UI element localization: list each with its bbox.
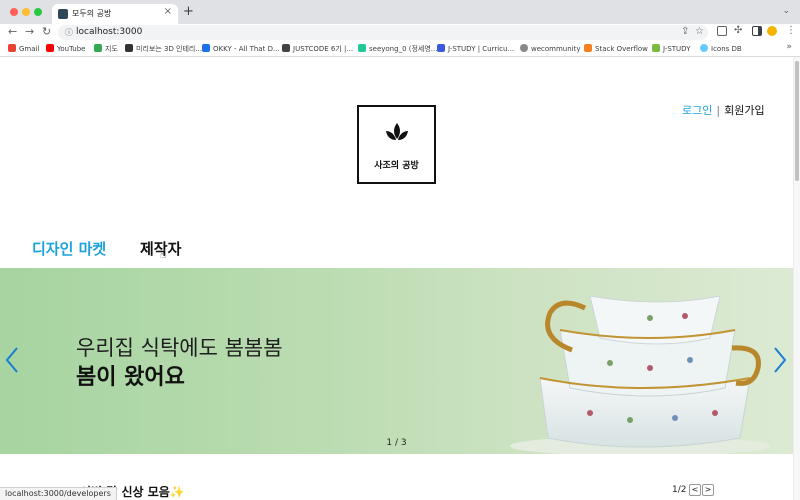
youtube-icon xyxy=(46,44,54,52)
tab-search-icon[interactable]: ⌄ xyxy=(782,6,790,16)
bookmark-gmail[interactable]: Gmail xyxy=(8,44,39,53)
bookmark-site-icon xyxy=(125,44,133,52)
section-next-button[interactable]: > xyxy=(702,484,714,496)
hero-banner[interactable]: 우리집 식탁에도 봄봄봄 봄이 왔어요 1 / 3 xyxy=(0,268,793,454)
bookmark-site-icon xyxy=(358,44,366,52)
bookmark-jstudy-curriculum[interactable]: J-STUDY | Curricu... xyxy=(437,44,514,53)
scrollbar-thumb[interactable] xyxy=(795,61,799,181)
section-prev-button[interactable]: < xyxy=(689,484,701,496)
url-text: localhost:3000 xyxy=(76,27,143,37)
bookmark-iconsdb[interactable]: Icons DB xyxy=(700,44,742,53)
extension-icon[interactable] xyxy=(717,26,727,36)
bookmark-site-icon xyxy=(282,44,290,52)
bookmark-star-icon[interactable]: ☆ xyxy=(695,26,704,37)
bookmark-youtube[interactable]: YouTube xyxy=(46,44,85,53)
sprout-icon xyxy=(386,123,408,140)
gmail-icon xyxy=(8,44,16,52)
new-tab-button[interactable]: + xyxy=(183,4,194,19)
bookmark-seeyong[interactable]: seeyong_0 (정세영... xyxy=(358,44,437,54)
banner-heading: 우리집 식탁에도 봄봄봄 xyxy=(76,336,283,360)
browser-tab[interactable]: 모두의 공방 × xyxy=(52,4,178,24)
bookmark-3d-interior[interactable]: 미리보는 3D 인테리... xyxy=(125,44,202,54)
sidepanel-icon[interactable] xyxy=(752,26,762,36)
bookmark-site-icon xyxy=(202,44,210,52)
section-pager-text: 1/2 xyxy=(672,485,687,495)
puzzle-icon[interactable]: ✣ xyxy=(734,25,742,36)
address-bar[interactable]: ⓘ localhost:3000 ⇪ ☆ xyxy=(58,25,708,40)
bookmark-jstudy[interactable]: J-STUDY xyxy=(652,44,690,53)
bookmark-stackoverflow[interactable]: Stack Overflow xyxy=(584,44,648,53)
login-link[interactable]: 로그인 xyxy=(682,104,712,117)
favicon-icon xyxy=(58,9,68,19)
close-tab-icon[interactable]: × xyxy=(164,6,172,17)
maps-icon xyxy=(94,44,102,52)
auth-links: 로그인 | 회원가입 xyxy=(682,102,765,118)
share-icon[interactable]: ⇪ xyxy=(681,26,689,37)
banner-subheading: 봄이 왔어요 xyxy=(76,365,185,390)
close-window-button[interactable] xyxy=(10,8,18,16)
more-bookmarks-icon[interactable]: » xyxy=(786,42,792,52)
reload-icon[interactable]: ↻ xyxy=(42,25,51,38)
bookmark-wecommunity[interactable]: wecommunity xyxy=(520,44,581,53)
browser-toolbar: ← → ↻ ⓘ localhost:3000 ⇪ ☆ ✣ ⋮ xyxy=(0,24,800,41)
page-scrollbar[interactable] xyxy=(793,57,800,500)
heart-icon xyxy=(700,44,708,52)
sparkles-icon: ✨ xyxy=(169,485,185,499)
browser-tabstrip: 모두의 공방 × + ⌄ xyxy=(0,0,800,24)
signup-link[interactable]: 회원가입 xyxy=(724,104,764,117)
tab-design-market[interactable]: 디자인 마켓 xyxy=(32,238,106,259)
bookmark-site-icon xyxy=(520,44,528,52)
forward-icon[interactable]: → xyxy=(25,25,34,38)
bookmarks-bar: Gmail YouTube 지도 미리보는 3D 인테리... OKKY - A… xyxy=(0,41,800,57)
banner-next-icon[interactable] xyxy=(772,346,788,374)
info-icon[interactable]: ⓘ xyxy=(65,27,73,38)
tab-title: 모두의 공방 xyxy=(72,9,112,18)
minimize-window-button[interactable] xyxy=(22,8,30,16)
logo-text: 사조의 공방 xyxy=(374,161,419,171)
link-status-bar: localhost:3000/developers xyxy=(0,487,117,500)
banner-prev-icon[interactable] xyxy=(4,346,20,374)
hand-cursor-icon: ☝ xyxy=(160,250,167,261)
browser-menu-icon[interactable]: ⋮ xyxy=(786,25,796,36)
bookmark-justcode[interactable]: JUSTCODE 6기 |... xyxy=(282,44,353,54)
auth-separator: | xyxy=(716,104,721,117)
maximize-window-button[interactable] xyxy=(34,8,42,16)
banner-page-indicator: 1 / 3 xyxy=(386,438,407,448)
teacups-image xyxy=(510,295,770,454)
profile-avatar[interactable] xyxy=(767,26,777,36)
back-icon[interactable]: ← xyxy=(8,25,17,38)
stackoverflow-icon xyxy=(584,44,592,52)
page-viewport: 사조의 공방 로그인 | 회원가입 디자인 마켓 제작자 ☝ 우리집 식탁에도 … xyxy=(0,57,793,500)
bookmark-okky[interactable]: OKKY - All That D... xyxy=(202,44,280,53)
bookmark-site-icon xyxy=(437,44,445,52)
bookmark-maps[interactable]: 지도 xyxy=(94,44,118,54)
site-logo[interactable]: 사조의 공방 xyxy=(357,105,436,184)
bookmark-site-icon xyxy=(652,44,660,52)
